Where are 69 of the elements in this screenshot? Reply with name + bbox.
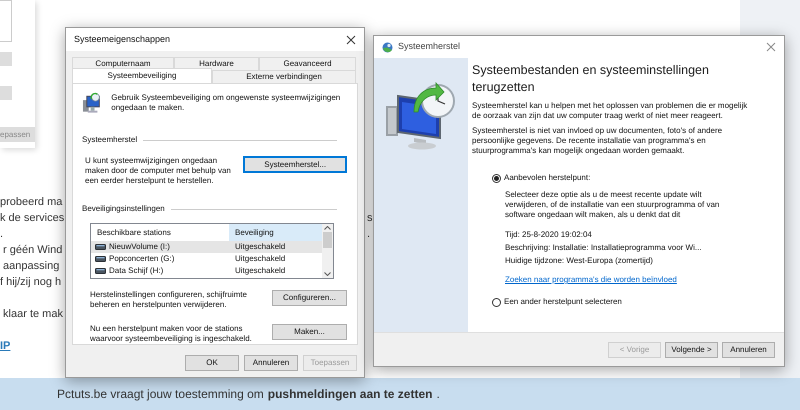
- dialog-button[interactable]: Annuleren: [244, 355, 298, 371]
- page-link[interactable]: IP: [0, 340, 10, 352]
- detail-text: Tijd: 25-8-2020 19:02:04: [505, 230, 593, 239]
- app-icon: [382, 42, 393, 52]
- paragraph: Systeemherstel kan u helpen met het oplossen van problemen die er mogelijk de oorzaak van zijn dat uw computer traag werkt of niet meer reageert.: [472, 101, 748, 121]
- option-label: Aanbevolen herstelpunt:: [504, 172, 590, 184]
- text-line: s: [367, 211, 372, 226]
- table-row[interactable]: Popconcerten (G:) Uitgeschakeld: [91, 253, 322, 265]
- dialog-button[interactable]: Systeemherstel...: [243, 156, 347, 173]
- window-title: Systeemeigenschappen: [74, 32, 172, 46]
- table-row[interactable]: NieuwVolume (I:) Uitgeschakeld: [91, 241, 322, 253]
- scrollbar[interactable]: [322, 224, 333, 278]
- group-heading: Beveiligingsinstellingen: [82, 203, 165, 215]
- radio-button[interactable]: [492, 298, 501, 306]
- page-bar: [0, 52, 12, 66]
- drive-name: Popconcerten (G:): [109, 253, 174, 265]
- column-header[interactable]: Beschikbare stations: [91, 226, 229, 238]
- drive-icon: [95, 256, 106, 262]
- input-box: [0, 0, 12, 42]
- text-line: f hij/zij nog h: [0, 275, 62, 290]
- text-line: klaar te mak: [2, 307, 63, 322]
- banner-text: Pctuts.be vraagt jouw toestemming om: [57, 386, 264, 403]
- tab[interactable]: Systeembeveiliging: [72, 68, 212, 83]
- drive-icon: [95, 268, 106, 274]
- programs-link[interactable]: Zoeken naar programma's die worden beïnvloed: [505, 274, 677, 286]
- window-title: Systeemherstel: [398, 40, 462, 54]
- drive-icon: [95, 244, 106, 250]
- dialog-button[interactable]: Volgende >: [665, 342, 718, 358]
- dialog-button[interactable]: Configureren...: [272, 290, 347, 306]
- dialog-button[interactable]: Maken...: [272, 324, 347, 340]
- text-line: .: [0, 227, 4, 242]
- option-description: Selecteer deze optie als u de meest recente update wilt verwijderen, of de installatie van een stuurprogramma of van software ongedaan wilt maken, als u denkt dat dit: [505, 190, 720, 220]
- detail-text: Beschrijving: Installatie: Installatieprogramma voor Wi...: [505, 243, 703, 252]
- table-cell-text: Uitgeschakeld: [234, 265, 286, 277]
- banner-text: .: [436, 386, 440, 403]
- drive-name: Data Schijf (H:): [109, 265, 164, 277]
- text-line: r géén Wind: [2, 243, 62, 258]
- radio-option[interactable]: Aanbevolen herstelpunt:: [492, 172, 754, 184]
- table-cell-text: Uitgeschakeld: [234, 241, 286, 253]
- group-heading: Systeemherstel: [82, 134, 138, 146]
- monitor-icon: [82, 92, 102, 114]
- table-cell-text: Uitgeschakeld: [234, 253, 286, 265]
- text-line: k de services: [0, 211, 64, 226]
- radio-button[interactable]: [492, 174, 501, 182]
- column-header[interactable]: Beveiliging: [229, 224, 322, 241]
- tab[interactable]: Geavanceerd: [259, 57, 356, 70]
- detail-text: Huidige tijdzone: West-Europa (zomertijd): [505, 256, 654, 265]
- dialog-button[interactable]: OK: [185, 355, 239, 371]
- radio-option[interactable]: Een ander herstelpunt selecteren: [492, 296, 754, 308]
- close-icon: [766, 42, 776, 52]
- page-bar: [0, 86, 12, 100]
- drive-name: NieuwVolume (I:): [109, 241, 170, 253]
- option-label: Een ander herstelpunt selecteren: [504, 296, 622, 308]
- dialog-button[interactable]: Annuleren: [722, 342, 775, 358]
- text-line: probeerd ma: [0, 195, 62, 210]
- text-line: aanpassing: [2, 259, 60, 274]
- description-text: Herstelinstellingen configureren, schijfruimte beheren en herstelpunten verwijderen.: [90, 290, 248, 310]
- tab[interactable]: Hardware: [174, 57, 259, 70]
- text-line: .: [367, 227, 370, 242]
- close-icon: [346, 34, 356, 44]
- dialog-heading: Systeembestanden en systeeminstellingen terugzetten: [472, 62, 710, 96]
- tab[interactable]: Externe verbindingen: [212, 70, 356, 83]
- paragraph: Systeemherstel is niet van invloed op uw documenten, foto's of andere persoonlijke gegevens. De recente installatie van programma's en stuurprogramma's kan mogelijk ongedaan worden gemaakt.: [472, 126, 724, 156]
- description-text: U kunt systeemwijzigingen ongedaan maken door de computer met behulp van een eerder herstelpunt te herstellen.: [85, 156, 232, 186]
- scrollbar-thumb[interactable]: [323, 232, 332, 248]
- intro-text: Gebruik Systeembeveiliging om ongewenste systeemwijzigingen ongedaan te maken.: [111, 92, 342, 113]
- banner-link[interactable]: pushmeldingen aan te zetten: [268, 385, 432, 403]
- table-row[interactable]: Data Schijf (H:) Uitgeschakeld: [91, 265, 322, 277]
- description-text: Nu een herstelpunt maken voor de stations waarvoor systeembeveiliging is ingeschakeld.: [90, 324, 253, 344]
